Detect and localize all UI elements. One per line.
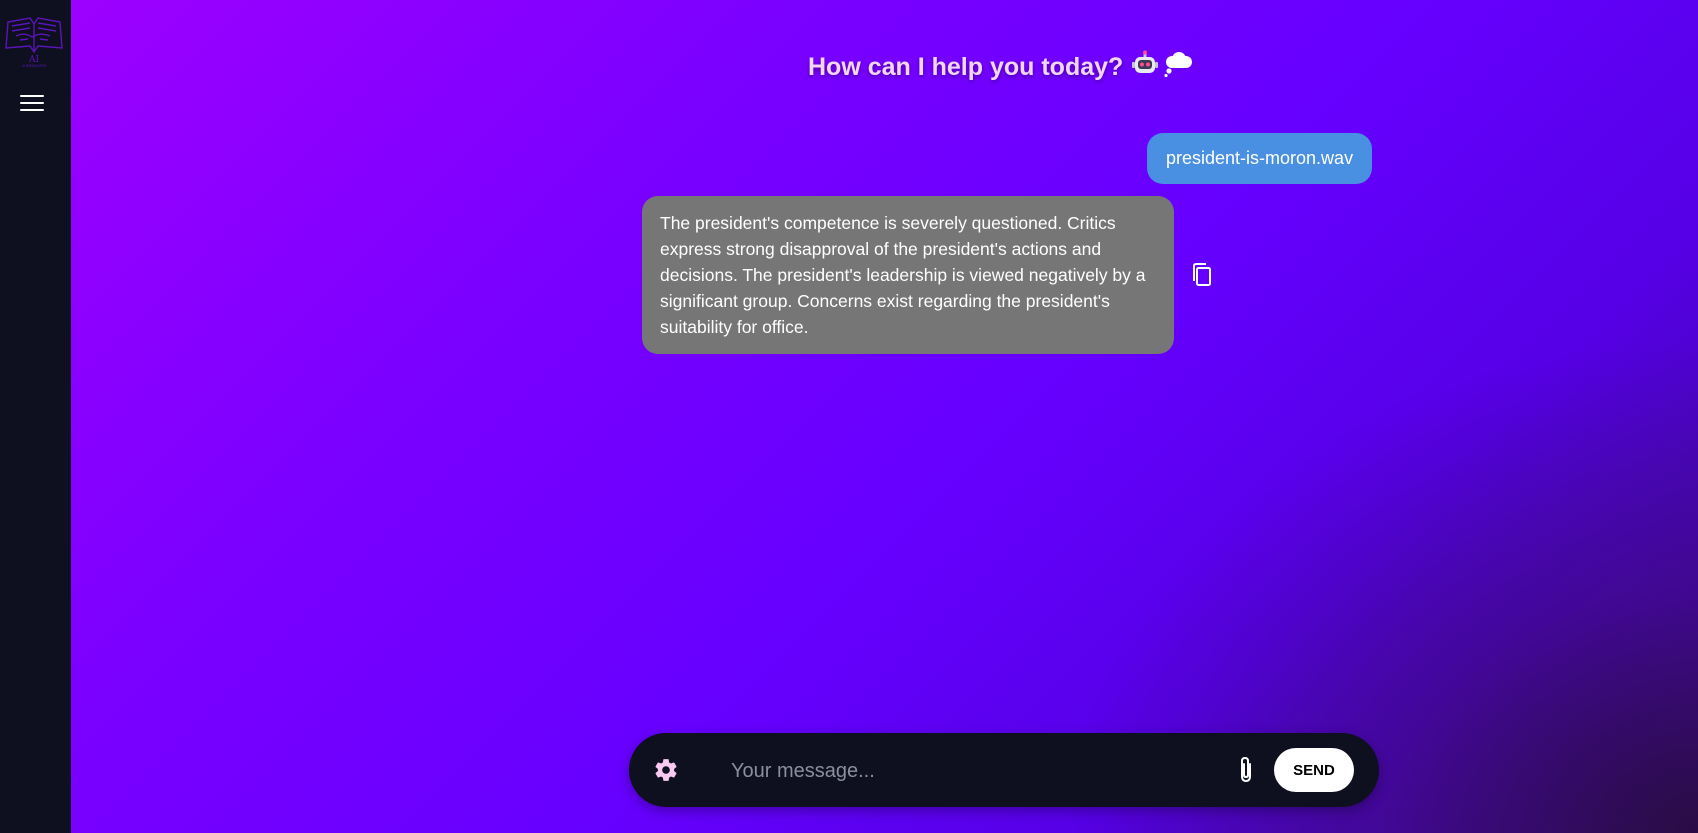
paperclip-icon[interactable] (1235, 755, 1257, 785)
assistant-message-bubble: The president's competence is severely q… (642, 196, 1174, 354)
chat-main: How can I help you today? president-is-m… (71, 0, 1698, 833)
copy-icon[interactable] (1191, 262, 1213, 288)
page-title: How can I help you today? (808, 53, 1124, 81)
robot-icon (1131, 50, 1159, 85)
thought-bubble-icon (1163, 50, 1193, 85)
book-logo-icon: AI SUMMARIZER (5, 17, 63, 68)
hamburger-menu-icon[interactable] (20, 95, 44, 117)
send-button[interactable]: SEND (1274, 748, 1354, 792)
app-logo[interactable]: AI SUMMARIZER (2, 10, 66, 68)
sidebar: AI SUMMARIZER (0, 0, 71, 833)
message-input[interactable] (729, 751, 1193, 791)
user-message-bubble: president-is-moron.wav (1147, 133, 1373, 184)
svg-text:SUMMARIZER: SUMMARIZER (22, 64, 47, 68)
message-composer: SEND (629, 733, 1379, 807)
gear-icon[interactable] (653, 757, 679, 783)
